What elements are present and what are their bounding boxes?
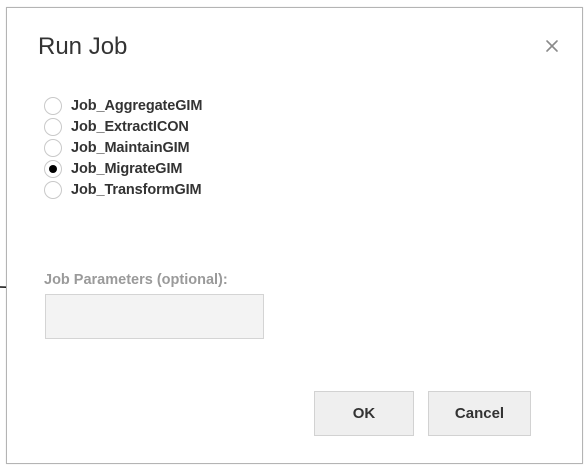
dialog-title: Run Job [38,33,128,60]
job-option-maintain[interactable]: Job_MaintainGIM [44,137,202,158]
job-parameters-label: Job Parameters (optional): [44,272,228,288]
job-option-label: Job_MaintainGIM [71,139,190,156]
job-option-label: Job_TransformGIM [71,181,202,198]
job-option-label: Job_ExtractICON [71,118,189,135]
ok-button[interactable]: OK [314,391,414,436]
radio-button[interactable] [44,180,62,199]
job-option-migrate[interactable]: Job_MigrateGIM [44,158,202,179]
radio-selected-dot [49,164,57,173]
radio-button[interactable] [44,117,62,136]
job-option-aggregate[interactable]: Job_AggregateGIM [44,95,202,116]
radio-button[interactable] [44,138,62,157]
job-parameters-input[interactable] [45,294,264,339]
close-icon[interactable] [544,38,560,54]
job-radio-group: Job_AggregateGIM Job_ExtractICON Job_Mai… [44,95,202,200]
job-option-transform[interactable]: Job_TransformGIM [44,179,202,200]
job-option-extract[interactable]: Job_ExtractICON [44,116,202,137]
cancel-button[interactable]: Cancel [428,391,531,436]
job-option-label: Job_MigrateGIM [71,160,183,177]
job-option-label: Job_AggregateGIM [71,97,203,114]
radio-button-selected[interactable] [44,159,62,178]
run-job-dialog: Run Job Job_AggregateGIM Job_ExtractICON… [6,7,583,464]
radio-button[interactable] [44,96,62,115]
